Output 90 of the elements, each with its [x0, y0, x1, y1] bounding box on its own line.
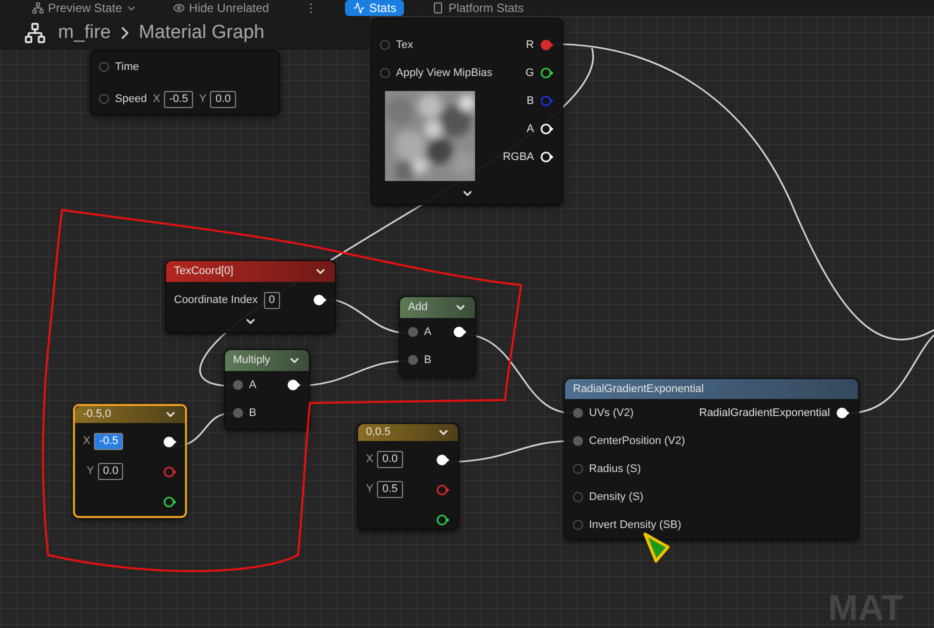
pin-label: A — [526, 122, 534, 137]
axis-label: Y — [86, 464, 94, 480]
toolbar-button[interactable]: Preview State — [24, 0, 146, 16]
pin-label: B — [424, 352, 432, 368]
input-pin[interactable] — [573, 520, 583, 530]
toolbar-button[interactable]: Hide Unrelated — [165, 0, 278, 16]
value-field[interactable]: 0.0 — [210, 90, 236, 108]
node-title: TexCoord[0] — [174, 264, 234, 280]
node-header[interactable]: 0,0.5 — [358, 424, 458, 440]
pin-label: A — [424, 324, 432, 340]
value-field[interactable]: 0 — [264, 292, 280, 308]
pin-label: Time — [115, 60, 140, 75]
value-field[interactable]: 0.0 — [98, 463, 124, 480]
toolbar-button[interactable]: Stats — [345, 0, 404, 16]
pin-label: R — [526, 38, 534, 53]
axis-label: X — [366, 452, 374, 468]
output-pin[interactable] — [540, 123, 554, 135]
value-field[interactable]: 0.0 — [377, 451, 403, 468]
input-pin[interactable] — [573, 436, 583, 446]
input-pin[interactable] — [380, 68, 390, 78]
pin-label: Apply View MipBias — [396, 66, 492, 81]
output-pin[interactable] — [540, 67, 554, 79]
pin-label: Speed — [115, 92, 147, 107]
pin-label: RadialGradientExponential — [699, 406, 830, 421]
input-pin[interactable] — [573, 492, 583, 502]
pin-label: B — [526, 94, 534, 109]
graph-node[interactable]: Tex Apply View MipBias R G B A RGBA — [371, 18, 563, 205]
output-pin[interactable] — [836, 407, 850, 419]
axis-label: X — [152, 92, 160, 107]
node-title: Multiply — [233, 353, 270, 368]
input-pin[interactable] — [408, 327, 418, 337]
node-header[interactable]: Add — [400, 297, 475, 318]
output-pin[interactable] — [540, 151, 554, 163]
node-header[interactable]: TexCoord[0] — [166, 261, 335, 282]
input-pin[interactable] — [573, 408, 583, 418]
node-title: -0.5,0 — [83, 407, 112, 422]
node-header[interactable]: RadialGradientExponential — [565, 379, 858, 399]
pin-label: Invert Density (SB) — [589, 518, 682, 533]
node-header[interactable]: Multiply — [225, 350, 309, 371]
graph-node[interactable]: TexCoord[0] Coordinate Index 0 — [165, 260, 336, 333]
output-pin[interactable] — [287, 379, 301, 391]
input-pin[interactable] — [408, 355, 418, 365]
output-pin[interactable] — [436, 514, 450, 526]
input-pin[interactable] — [233, 408, 243, 418]
pin-label: Coordinate Index — [174, 292, 258, 308]
pin-label: Density (S) — [589, 490, 644, 505]
graph-node[interactable]: -0.5,0 X -0.5 Y 0.0 — [73, 404, 187, 518]
value-field[interactable]: -0.5 — [164, 90, 194, 108]
toolbar-icon — [432, 2, 444, 14]
toolbar-button[interactable]: Platform Stats — [424, 0, 532, 16]
graph-node[interactable]: RadialGradientExponential UVs (V2) CenterPosition (V2) Radius (S) Density (S) Invert Density (SB) RadialGradientExponential — [564, 378, 859, 540]
pin-label: UVs (V2) — [589, 406, 634, 421]
toolbar-button[interactable]: ⋮ — [297, 0, 326, 16]
node-title: RadialGradientExponential — [573, 382, 704, 397]
axis-label: Y — [199, 92, 206, 107]
output-pin[interactable] — [163, 496, 177, 508]
output-pin[interactable] — [436, 454, 450, 466]
axis-label: X — [83, 434, 90, 450]
input-pin[interactable] — [99, 62, 109, 72]
output-pin[interactable] — [163, 436, 177, 448]
output-pin[interactable] — [313, 294, 327, 306]
graph-icon — [24, 22, 46, 44]
node-header[interactable]: -0.5,0 — [75, 406, 185, 422]
node-title: Add — [408, 300, 428, 316]
toolbar-icon — [353, 2, 366, 14]
pin-label: RGBA — [502, 150, 534, 165]
asset-name[interactable]: m_fire — [58, 18, 111, 48]
input-pin[interactable] — [233, 380, 243, 390]
node-title: 0,0.5 — [366, 425, 390, 440]
input-pin[interactable] — [99, 94, 109, 104]
value-field[interactable]: -0.5 — [94, 433, 124, 450]
output-pin[interactable] — [453, 326, 467, 338]
cursor-icon — [644, 532, 670, 562]
graph-node[interactable]: Multiply A B — [224, 349, 310, 430]
pin-label: Tex — [396, 38, 414, 53]
pin-label: B — [249, 406, 256, 421]
graph-node[interactable]: Time Speed X -0.5 Y 0.0 — [90, 50, 280, 115]
input-pin[interactable] — [573, 464, 583, 474]
graph-name: Material Graph — [138, 20, 264, 45]
pin-label: A — [249, 378, 256, 393]
pin-label: CenterPosition (V2) — [589, 434, 685, 449]
axis-label: Y — [366, 482, 374, 498]
value-field[interactable]: 0.5 — [377, 481, 403, 498]
graph-node[interactable]: Add A B — [399, 296, 476, 377]
graph-node[interactable]: 0,0.5 X 0.0 Y 0.5 — [357, 423, 459, 530]
pin-label: Radius (S) — [589, 462, 641, 477]
pin-label: G — [525, 66, 534, 81]
toolbar-icon — [32, 2, 44, 14]
input-pin[interactable] — [380, 40, 390, 50]
toolbar-icon — [173, 2, 186, 14]
